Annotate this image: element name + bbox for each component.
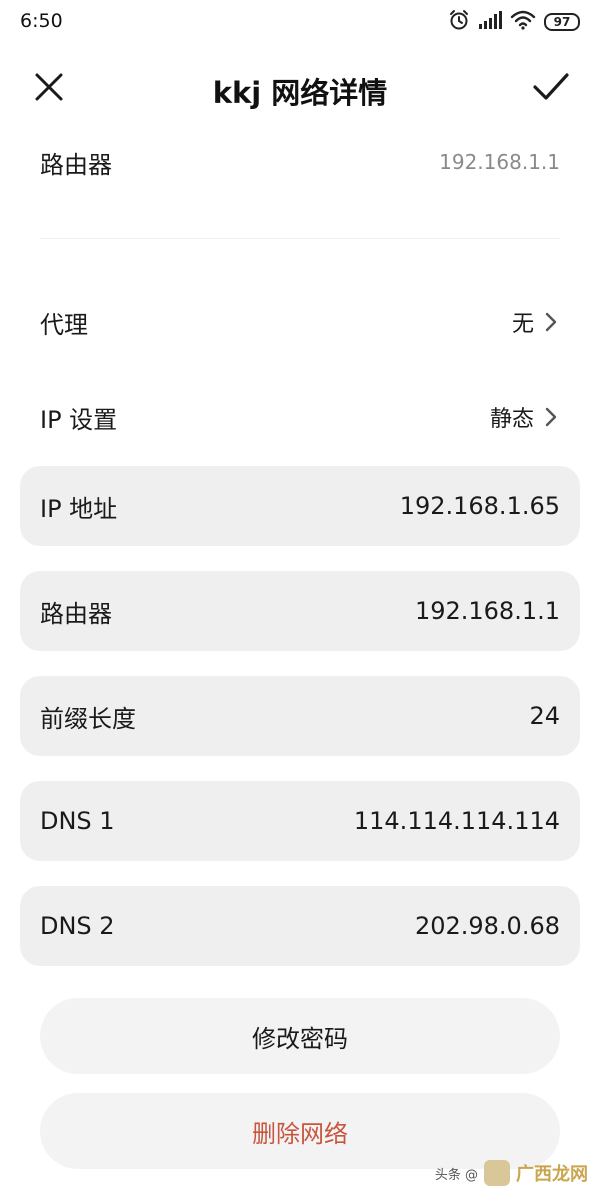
dns2-field[interactable]: DNS 2 202.98.0.68 <box>20 886 580 966</box>
router-value: 192.168.1.1 <box>414 597 560 625</box>
status-bar: 6:50 97 <box>0 0 600 44</box>
alarm-icon <box>448 9 470 35</box>
wifi-icon <box>510 10 536 34</box>
dns1-field[interactable]: DNS 1 114.114.114.114 <box>20 781 580 861</box>
ip-address-label: IP 地址 <box>40 494 118 523</box>
delete-network-button[interactable]: 删除网络 <box>40 1093 560 1169</box>
watermark: 头条 @ 广西龙网 <box>435 1160 588 1186</box>
watermark-brand: 广西龙网 <box>516 1164 588 1185</box>
watermark-text: 头条 @ <box>434 1167 478 1183</box>
router-field[interactable]: 路由器 192.168.1.1 <box>20 571 580 651</box>
proxy-label: 代理 <box>40 310 88 339</box>
dns2-value: 202.98.0.68 <box>414 912 560 940</box>
battery-indicator: 97 <box>544 13 580 31</box>
ip-settings-label: IP 设置 <box>40 405 118 434</box>
prefix-length-field[interactable]: 前缀长度 24 <box>20 676 580 756</box>
prefix-length-label: 前缀长度 <box>40 704 136 733</box>
dns1-value: 114.114.114.114 <box>353 807 560 835</box>
dns2-label: DNS 2 <box>40 912 115 940</box>
router-info-label: 路由器 <box>40 150 112 179</box>
chevron-right-icon <box>544 405 560 429</box>
proxy-value-group: 无 <box>512 306 560 338</box>
router-info-value: 192.168.1.1 <box>439 150 560 174</box>
ip-address-field[interactable]: IP 地址 192.168.1.65 <box>20 466 580 546</box>
signal-icon <box>478 11 502 33</box>
ip-settings-value: 静态 <box>489 407 534 432</box>
status-time: 6:50 <box>20 10 63 32</box>
divider <box>40 238 560 239</box>
prefix-length-value: 24 <box>529 702 560 730</box>
ip-address-value: 192.168.1.65 <box>399 492 560 520</box>
check-icon <box>532 72 570 106</box>
dns1-label: DNS 1 <box>40 807 115 835</box>
router-info-row: 路由器 192.168.1.1 <box>40 142 560 182</box>
ip-settings-row[interactable]: IP 设置 静态 <box>40 397 560 437</box>
confirm-button[interactable] <box>526 66 576 112</box>
header: kkj 网络详情 <box>0 58 600 118</box>
proxy-value: 无 <box>511 312 534 337</box>
status-icons: 97 <box>448 10 580 34</box>
router-label: 路由器 <box>40 599 112 628</box>
page-title: kkj 网络详情 <box>212 76 388 110</box>
ip-settings-value-group: 静态 <box>490 401 560 433</box>
proxy-row[interactable]: 代理 无 <box>40 302 560 342</box>
modify-password-button[interactable]: 修改密码 <box>40 998 560 1074</box>
chevron-right-icon <box>544 310 560 334</box>
watermark-logo <box>484 1160 510 1186</box>
